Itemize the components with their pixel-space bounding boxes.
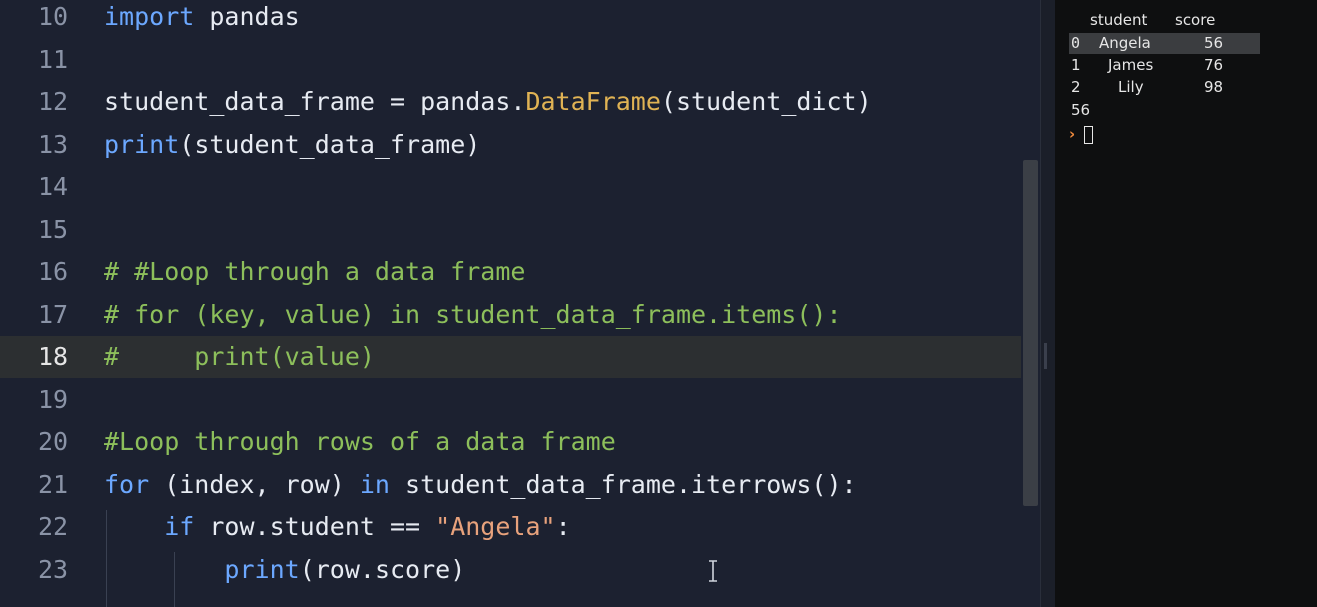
line-number: 12 xyxy=(38,87,69,116)
indent-guide xyxy=(106,510,107,607)
code-text: print(row.score) xyxy=(104,549,465,591)
console-header-student: student xyxy=(1090,11,1148,29)
i-beam-cursor-icon xyxy=(709,560,717,582)
console-input-cursor[interactable] xyxy=(1084,126,1093,144)
code-token: student_data_frame.iterrows(): xyxy=(389,469,857,499)
code-text: student_data_frame = pandas.DataFrame(st… xyxy=(104,81,872,123)
line-number: 17 xyxy=(38,299,69,329)
code-token: import xyxy=(104,2,195,31)
console-row-student: Lily xyxy=(1118,78,1144,96)
console-row-student: James xyxy=(1108,56,1154,74)
code-token: # #Loop through a data frame xyxy=(104,257,526,286)
code-line[interactable]: 18 # print(value) xyxy=(0,336,1040,378)
console-row-highlight xyxy=(1069,33,1260,54)
console-row-score: 98 xyxy=(1204,78,1224,96)
editor-scrollbar-thumb[interactable] xyxy=(1023,160,1038,506)
console-row-index: 2 xyxy=(1071,78,1081,96)
ide-window: 10 import pandas 11 12 student_data_frame = … xyxy=(0,0,1317,607)
console-header-score: score xyxy=(1175,11,1216,29)
code-token: print xyxy=(224,554,300,584)
code-editor[interactable]: 10 import pandas 11 12 student_data_frame = … xyxy=(0,0,1040,607)
line-number: 14 xyxy=(38,172,69,201)
console-row-index: 0 xyxy=(1071,34,1081,52)
line-number: 21 xyxy=(38,469,69,499)
console-row-index: 1 xyxy=(1071,56,1081,74)
code-token: "Angela" xyxy=(435,512,556,541)
code-line[interactable]: 23 print(row.score) xyxy=(0,549,1040,591)
pane-divider[interactable] xyxy=(1040,0,1055,607)
code-token: row.student == xyxy=(194,512,436,541)
code-line[interactable]: 15 xyxy=(0,209,1040,251)
code-token: : xyxy=(555,512,571,541)
line-number: 16 xyxy=(38,257,69,286)
line-number: 13 xyxy=(38,129,69,159)
code-text: # print(value) xyxy=(104,336,375,378)
code-line[interactable]: 13 print(student_data_frame) xyxy=(0,124,1040,166)
code-text: print(student_data_frame) xyxy=(104,124,480,166)
code-token: #Loop through rows of a data frame xyxy=(104,427,616,456)
code-line[interactable]: 16 # #Loop through a data frame xyxy=(0,251,1040,293)
chevron-right-icon: › xyxy=(1069,125,1076,143)
code-token: for xyxy=(104,469,150,499)
console-row-score: 56 xyxy=(1204,34,1224,52)
code-token: (student_dict) xyxy=(660,87,872,116)
line-number: 11 xyxy=(38,44,69,74)
code-token: (row.score) xyxy=(299,554,466,584)
code-text: for (index, row) in student_data_frame.i… xyxy=(104,464,857,506)
code-token: # for (key, value) in student_data_frame… xyxy=(104,299,842,329)
code-token: # print(value) xyxy=(104,342,375,371)
code-line[interactable]: 11 xyxy=(0,39,1040,81)
code-text: # #Loop through a data frame xyxy=(104,251,525,293)
code-token: (index, row) xyxy=(149,469,360,499)
code-line[interactable]: 21 for (index, row) in student_data_frame… xyxy=(0,464,1040,506)
code-line[interactable]: 10 import pandas xyxy=(0,0,1040,38)
code-token: student_data_frame = pandas. xyxy=(104,87,526,116)
code-line[interactable]: 19 xyxy=(0,379,1040,421)
code-text: import pandas xyxy=(104,0,300,38)
console-row-score: 76 xyxy=(1204,56,1224,74)
line-number: 10 xyxy=(38,2,69,31)
code-line[interactable]: 17 # for (key, value) in student_data_fra… xyxy=(0,294,1040,336)
line-number: 23 xyxy=(38,554,69,584)
code-token: DataFrame xyxy=(525,87,661,116)
line-number: 18 xyxy=(38,342,69,371)
code-text: #Loop through rows of a data frame xyxy=(104,421,616,463)
console-pane[interactable]: student score 0 Angela 56 1 James 76 2 L… xyxy=(1055,0,1317,607)
console-row-student: Angela xyxy=(1099,34,1151,52)
code-token: (student_data_frame) xyxy=(179,129,481,159)
code-text: if row.student == "Angela": xyxy=(104,506,571,548)
line-number: 20 xyxy=(38,427,69,456)
line-number: 19 xyxy=(38,384,69,414)
line-number: 15 xyxy=(38,214,69,244)
code-text: # for (key, value) in student_data_frame… xyxy=(104,294,842,336)
code-line[interactable]: 20 #Loop through rows of a data frame xyxy=(0,421,1040,463)
line-number: 22 xyxy=(38,512,69,541)
console-output-line: 56 xyxy=(1071,101,1091,119)
indent-guide xyxy=(174,552,175,607)
code-line[interactable]: 22 if row.student == "Angela": xyxy=(0,506,1040,548)
code-token: in xyxy=(359,469,390,499)
code-token: print xyxy=(104,129,180,159)
code-line[interactable]: 12 student_data_frame = pandas.DataFrame(… xyxy=(0,81,1040,123)
code-token: if xyxy=(164,512,195,541)
pane-resize-handle[interactable] xyxy=(1044,343,1047,369)
code-token: pandas xyxy=(194,2,300,31)
code-line[interactable]: 14 xyxy=(0,166,1040,208)
